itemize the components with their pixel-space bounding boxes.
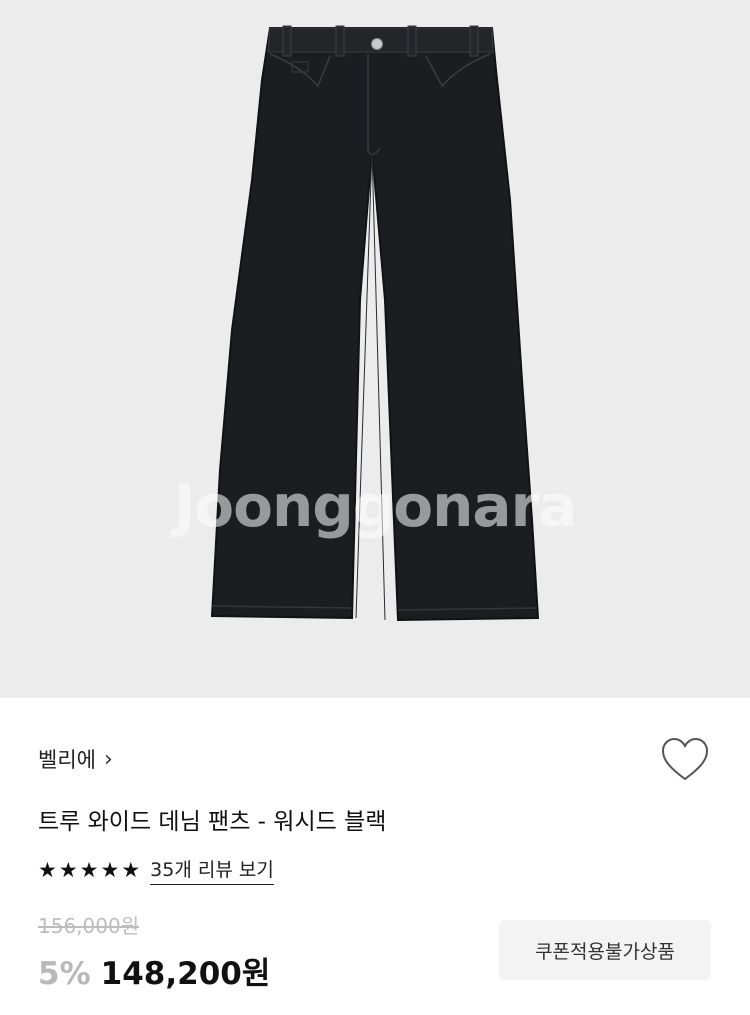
sale-price: 148,200원: [100, 956, 271, 992]
wishlist-heart-icon[interactable]: [660, 736, 710, 786]
star-icon: ★: [100, 857, 120, 882]
brand-name: 벨리에: [38, 748, 96, 772]
star-icon: ★: [121, 857, 141, 882]
rating-row: ★ ★ ★ ★ ★ 35개 리뷰 보기: [38, 855, 274, 885]
star-rating: ★ ★ ★ ★ ★: [38, 857, 141, 882]
star-icon: ★: [38, 857, 57, 882]
product-title: 트루 와이드 데님 팬츠 - 워시드 블랙: [38, 809, 387, 835]
original-price: 156,000원: [38, 914, 140, 938]
star-icon: ★: [58, 857, 78, 882]
product-info-panel: 벨리에 › 트루 와이드 데님 팬츠 - 워시드 블랙 ★ ★ ★ ★ ★ 35…: [0, 698, 750, 1015]
price-row: 5% 148,200원: [38, 948, 270, 993]
chevron-right-icon: ›: [103, 746, 113, 772]
star-icon: ★: [79, 857, 99, 882]
product-image: [210, 25, 540, 622]
watermark-text: Joonggonara: [173, 472, 578, 540]
product-image-area[interactable]: Joonggonara: [0, 0, 750, 698]
coupon-unavailable-button[interactable]: 쿠폰적용불가상품: [499, 920, 711, 980]
discount-rate: 5%: [38, 956, 91, 992]
brand-link[interactable]: 벨리에 ›: [38, 744, 113, 774]
review-link[interactable]: 35개 리뷰 보기: [150, 855, 274, 885]
jeans-button: [371, 38, 383, 50]
